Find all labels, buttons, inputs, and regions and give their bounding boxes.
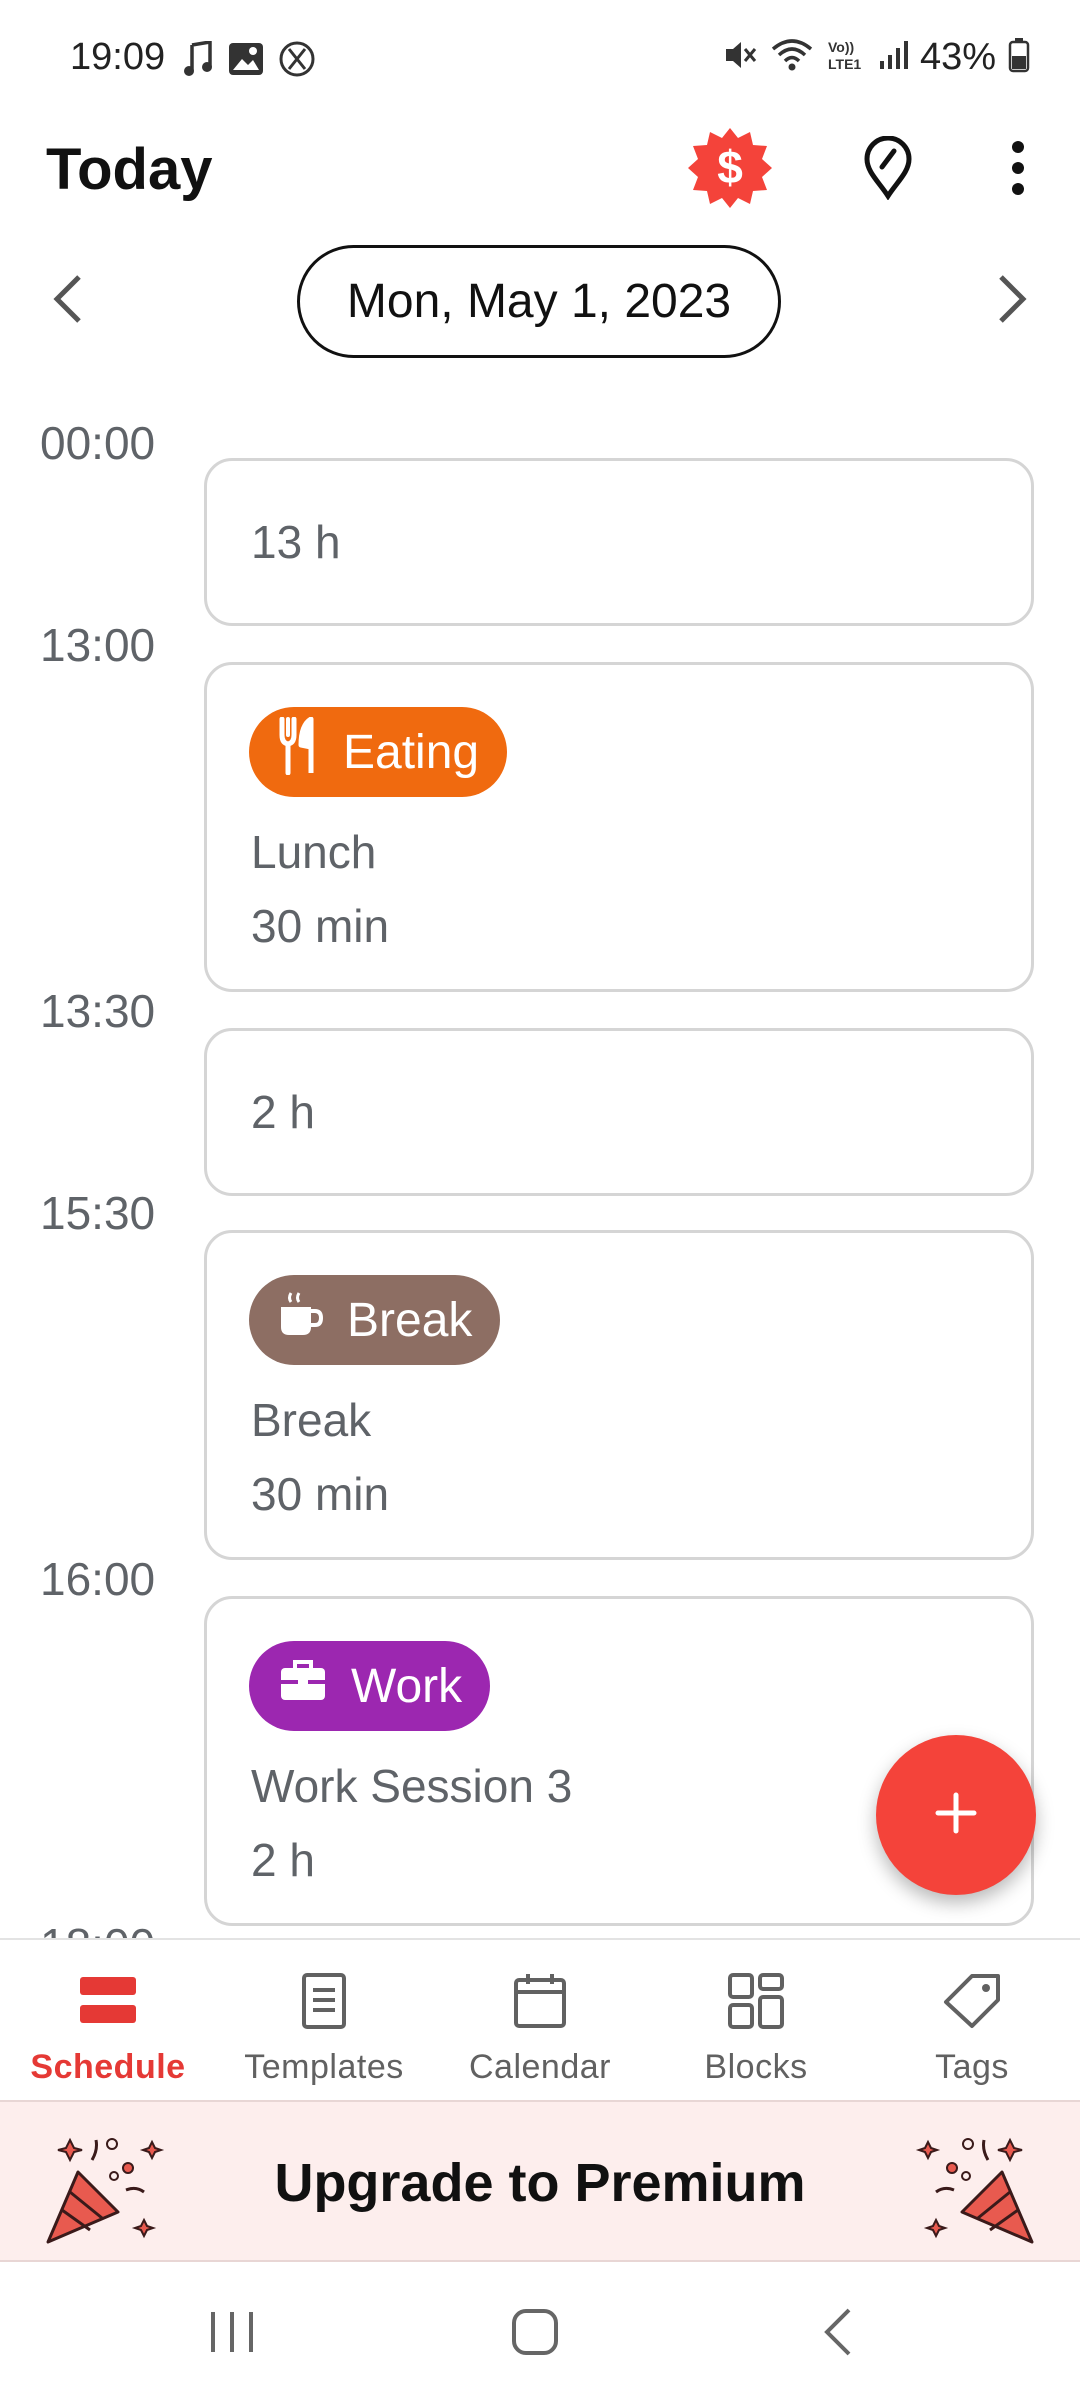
bottom-navigation: Schedule Templates Calendar Blocks Tags (0, 1938, 1080, 2100)
tag-chip-eating: Eating (249, 707, 508, 797)
nav-tags[interactable]: Tags (864, 1940, 1080, 2100)
upgrade-premium-banner[interactable]: Upgrade to Premium (0, 2100, 1080, 2262)
next-day-button[interactable] (972, 261, 1052, 341)
time-label: 18:00 (40, 1918, 155, 1940)
nav-blocks[interactable]: Blocks (648, 1940, 864, 2100)
image-icon (228, 42, 264, 81)
svg-text:LTE1: LTE1 (828, 56, 861, 72)
briefcase-icon (279, 1658, 327, 1714)
free-time-duration: 2 h (251, 1086, 315, 1138)
chevron-left-icon (51, 273, 85, 330)
nav-label: Calendar (469, 2048, 611, 2086)
blocks-icon (727, 1972, 785, 2035)
premium-dollar-icon: $ (688, 126, 772, 215)
free-time-duration: 13 h (251, 516, 341, 568)
home-icon (510, 2307, 560, 2362)
tag-chip-break: Break (249, 1275, 501, 1365)
block-duration: 30 min (251, 900, 390, 952)
battery-percent: 43% (919, 36, 996, 78)
battery-icon (1008, 37, 1030, 78)
recents-button[interactable] (182, 2294, 282, 2374)
nav-templates[interactable]: Templates (216, 1940, 432, 2100)
location-pin-icon (863, 135, 913, 205)
music-note-icon (184, 39, 214, 82)
block-duration: 30 min (251, 1468, 390, 1520)
tag-chip-work: Work (249, 1641, 491, 1731)
more-options-button[interactable] (968, 120, 1068, 220)
calendar-icon (513, 1972, 567, 2035)
nav-label: Templates (244, 2048, 404, 2086)
nav-schedule[interactable]: Schedule (0, 1940, 216, 2100)
time-label: 13:30 (40, 985, 156, 1037)
chevron-right-icon (995, 273, 1029, 330)
time-label: 16:00 (40, 1553, 156, 1605)
fork-knife-icon (279, 716, 319, 787)
nav-calendar[interactable]: Calendar (432, 1940, 648, 2100)
app-bar: Today $ (0, 120, 1080, 260)
more-vert-icon (1010, 140, 1026, 201)
wifi-icon (770, 37, 814, 78)
back-button[interactable] (788, 2294, 888, 2374)
notification-icons (184, 39, 316, 83)
back-icon (821, 2306, 855, 2363)
screen: 19:09 Vo)) LTE1 43% Today $ Mon, May 1, … (0, 0, 1080, 2400)
tag-label: Break (347, 1293, 473, 1347)
party-popper-icon (910, 2120, 1040, 2250)
date-picker-button[interactable]: Mon, May 1, 2023 (297, 245, 781, 358)
location-button[interactable] (838, 120, 938, 220)
time-label: 13:00 (40, 619, 156, 671)
recents-icon (207, 2308, 257, 2361)
tag-label: Work (351, 1659, 463, 1713)
svg-text:$: $ (717, 141, 743, 193)
schedule-timeline: 00:00 13 h 13:00 Eating Lunch 30 min 13:… (0, 400, 1080, 1940)
schedule-block-eating[interactable]: Eating Lunch 30 min (204, 662, 1034, 992)
block-name: Work Session 3 (251, 1760, 573, 1812)
time-label: 15:30 (40, 1187, 156, 1239)
schedule-block-break[interactable]: Break Break 30 min (204, 1230, 1034, 1560)
status-time: 19:09 (70, 36, 166, 78)
block-name: Lunch (251, 826, 377, 878)
svg-text:Vo)): Vo)) (828, 39, 854, 55)
plus-icon (934, 1791, 978, 1840)
volte-icon: Vo)) LTE1 (826, 37, 866, 78)
block-name: Break (251, 1394, 372, 1446)
nav-label: Blocks (704, 2048, 808, 2086)
premium-button[interactable]: $ (680, 120, 780, 220)
free-time-block[interactable]: 13 h (204, 458, 1034, 626)
home-button[interactable] (485, 2294, 585, 2374)
nav-label: Tags (935, 2048, 1009, 2086)
nav-label: Schedule (30, 2048, 186, 2086)
x-circle-icon (278, 40, 316, 83)
tag-label: Eating (343, 725, 480, 779)
system-navigation-bar (0, 2264, 1080, 2400)
free-time-block[interactable]: 2 h (204, 1028, 1034, 1196)
date-navigator: Mon, May 1, 2023 (0, 245, 1080, 360)
block-duration: 2 h (251, 1834, 315, 1886)
signal-icon (878, 39, 908, 76)
schedule-icon (78, 1973, 138, 2034)
status-bar: 19:09 Vo)) LTE1 43% (0, 0, 1080, 120)
time-label: 00:00 (40, 417, 156, 469)
status-right: Vo)) LTE1 43% (722, 36, 1030, 79)
mute-icon (722, 37, 758, 78)
add-block-button[interactable] (876, 1735, 1036, 1895)
previous-day-button[interactable] (28, 261, 108, 341)
tag-icon (942, 1972, 1002, 2035)
page-title: Today (46, 137, 213, 202)
document-icon (301, 1972, 347, 2035)
coffee-cup-icon (279, 1291, 324, 1349)
